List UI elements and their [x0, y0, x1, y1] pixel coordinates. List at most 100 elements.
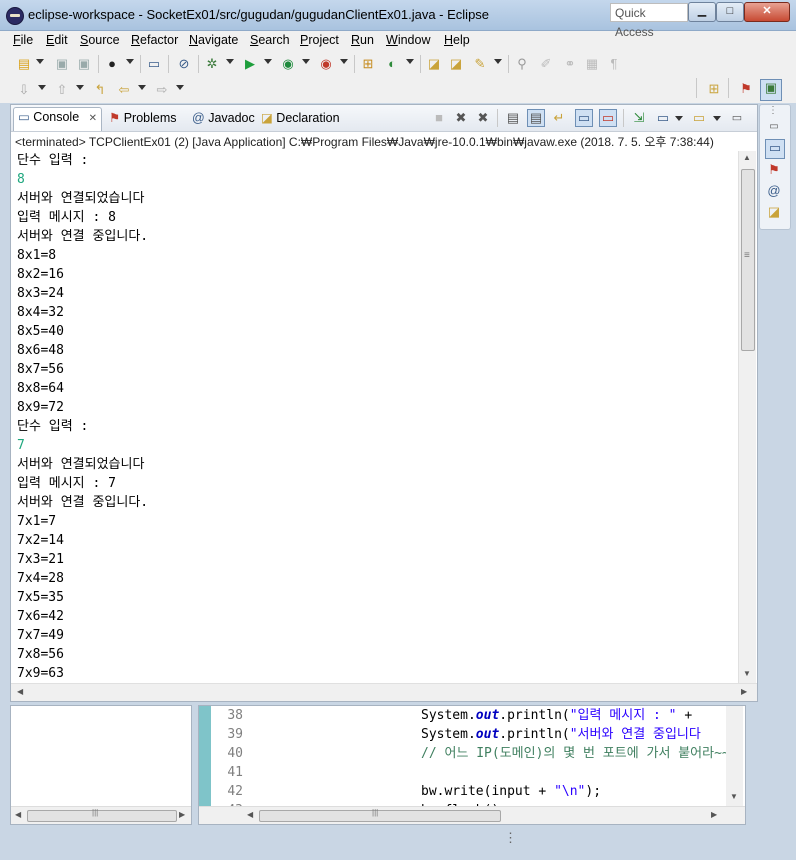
run-icon[interactable]: ▶	[242, 56, 258, 72]
external-tools-icon[interactable]: ◉	[318, 56, 334, 72]
debug-dropdown-icon[interactable]	[226, 59, 234, 64]
open-console-dropdown-icon[interactable]	[713, 116, 721, 121]
profile-icon[interactable]: ●	[104, 56, 120, 72]
word-wrap-icon[interactable]: ↵	[551, 110, 567, 126]
save-icon[interactable]: ▣	[54, 56, 70, 72]
console-vertical-scrollbar[interactable]: ▲ ≡ ▼	[738, 151, 756, 683]
save-all-icon[interactable]: ▣	[76, 56, 92, 72]
debug-icon[interactable]: ✲	[204, 56, 220, 72]
show-console-stdout-icon[interactable]: ▭	[575, 109, 593, 127]
search-dropdown-icon[interactable]	[494, 59, 502, 64]
coverage-icon[interactable]: ◉	[280, 56, 296, 72]
new-dropdown-icon[interactable]	[36, 59, 44, 64]
scroll-left-icon[interactable]: ◀	[15, 810, 21, 819]
code-text[interactable]: System.out.println("입력 메시지 : " + System.o…	[421, 706, 730, 820]
minimize-view-icon[interactable]: ▭	[729, 110, 745, 126]
terminate-icon[interactable]: ■	[431, 110, 447, 126]
tab-console[interactable]: ▭ Console ✕	[13, 107, 103, 131]
console-output[interactable]: 단수 입력 :8 서버와 연결되었습니다 입력 메시지 : 8 서버와 연결 중입니다…	[17, 151, 737, 681]
scroll-right-icon[interactable]: ▶	[179, 810, 185, 819]
open-console-icon[interactable]: ▭	[691, 110, 707, 126]
search-icon[interactable]: ✎	[472, 56, 488, 72]
terminal-icon[interactable]: ▭	[146, 56, 162, 72]
left-pane-horizontal-scrollbar[interactable]: ◀ ||| ▶	[11, 806, 191, 824]
show-console-stderr-icon[interactable]: ▭	[599, 109, 617, 127]
minimize-button[interactable]: ▁	[688, 2, 716, 22]
menu-source[interactable]: Source	[80, 33, 120, 47]
problems-trim-icon[interactable]: ⚑	[766, 162, 782, 178]
coverage-dropdown-icon[interactable]	[302, 59, 310, 64]
scroll-left-icon[interactable]: ◀	[247, 810, 253, 819]
new-icon[interactable]: ▤	[16, 56, 32, 72]
code-token: out	[475, 727, 500, 742]
back-icon[interactable]: ⇦	[116, 82, 132, 98]
tab-javadoc[interactable]: @ Javadoc	[192, 109, 255, 129]
mark-occurrences-icon[interactable]: ⚭	[562, 56, 578, 72]
menu-project[interactable]: Project	[300, 33, 339, 47]
block-selection-icon[interactable]: ▦	[584, 56, 600, 72]
last-edit-location-icon[interactable]: ↰	[92, 82, 108, 98]
skip-breakpoints-icon[interactable]: ⊘	[176, 56, 192, 72]
display-console-dropdown-icon[interactable]	[675, 116, 683, 121]
external-tools-dropdown-icon[interactable]	[340, 59, 348, 64]
tab-declaration[interactable]: ◪ Declaration	[261, 109, 340, 129]
run-dropdown-icon[interactable]	[264, 59, 272, 64]
maximize-button[interactable]: □	[716, 2, 744, 22]
next-annotation-icon[interactable]: ⇩	[16, 82, 32, 98]
show-whitespace-icon[interactable]: ¶	[606, 56, 622, 72]
editor-horizontal-scrollbar[interactable]: ◀ ||| ▶	[199, 806, 745, 824]
editor-vertical-scrollbar[interactable]: ▼	[726, 706, 743, 806]
scrollbar-thumb[interactable]: ≡	[741, 169, 755, 351]
menu-run[interactable]: Run	[351, 33, 374, 47]
remove-launch-icon[interactable]: ✖	[453, 110, 469, 126]
prev-annotation-dropdown-icon[interactable]	[76, 85, 84, 90]
console-horizontal-scrollbar[interactable]: ◀ ▶	[11, 683, 757, 701]
display-console-icon[interactable]: ▭	[655, 110, 671, 126]
open-type-icon[interactable]: ◪	[426, 56, 442, 72]
menu-help[interactable]: Help	[444, 33, 470, 47]
javadoc-trim-icon[interactable]: @	[766, 183, 782, 199]
annotation-icon[interactable]: ⚲	[514, 56, 530, 72]
remove-all-launches-icon[interactable]: ✖	[475, 110, 491, 126]
scrollbar-thumb[interactable]: |||	[27, 808, 177, 822]
close-tab-icon[interactable]: ✕	[89, 113, 97, 124]
pin-console-icon[interactable]: ⇲	[631, 110, 647, 126]
forward-icon[interactable]: ⇨	[154, 82, 170, 98]
menu-search[interactable]: Search	[250, 33, 290, 47]
menu-file[interactable]: File	[13, 33, 33, 47]
scroll-lock-icon[interactable]: ▤	[527, 109, 545, 127]
new-java-package-icon[interactable]: ⊞	[360, 56, 376, 72]
toggle-edit-icon[interactable]: ✐	[538, 56, 554, 72]
open-perspective-icon[interactable]: ⊞	[706, 81, 722, 97]
scroll-down-icon[interactable]: ▼	[743, 669, 751, 678]
scrollbar-thumb[interactable]: |||	[259, 808, 501, 822]
menu-navigate[interactable]: Navigate	[189, 33, 238, 47]
java-perspective-icon[interactable]: ▣	[760, 79, 782, 101]
menu-edit[interactable]: Edit	[46, 33, 68, 47]
quick-access-field[interactable]: Quick Access	[610, 3, 688, 39]
menu-window[interactable]: Window	[386, 33, 430, 47]
scroll-up-icon[interactable]: ▲	[743, 153, 751, 162]
console-trim-icon[interactable]: ▭	[765, 139, 785, 159]
new-class-dropdown-icon[interactable]	[406, 59, 414, 64]
open-task-icon[interactable]: ◪	[448, 56, 464, 72]
new-java-class-icon[interactable]: ◐	[384, 56, 400, 72]
restore-icon[interactable]: ▭	[766, 119, 782, 135]
java-editor[interactable]: 383940414243 System.out.println("입력 메시지 …	[198, 705, 746, 825]
scroll-down-icon[interactable]: ▼	[730, 792, 738, 801]
java-ee-perspective-icon[interactable]: ⚑	[738, 81, 754, 97]
menu-refactor[interactable]: Refactor	[131, 33, 178, 47]
prev-annotation-icon[interactable]: ⇧	[54, 82, 70, 98]
clear-console-icon[interactable]: ▤	[505, 110, 521, 126]
scroll-left-icon[interactable]: ◀	[17, 687, 23, 696]
back-dropdown-icon[interactable]	[138, 85, 146, 90]
declaration-trim-icon[interactable]: ◪	[766, 204, 782, 220]
close-window-button[interactable]: ✕	[744, 2, 790, 22]
tab-problems[interactable]: ⚑ Problems	[109, 109, 177, 129]
forward-dropdown-icon[interactable]	[176, 85, 184, 90]
scroll-right-icon[interactable]: ▶	[711, 810, 717, 819]
grip-icon: |||	[372, 808, 379, 817]
scroll-right-icon[interactable]: ▶	[741, 687, 747, 696]
profile-dropdown-icon[interactable]	[126, 59, 134, 64]
next-annotation-dropdown-icon[interactable]	[38, 85, 46, 90]
